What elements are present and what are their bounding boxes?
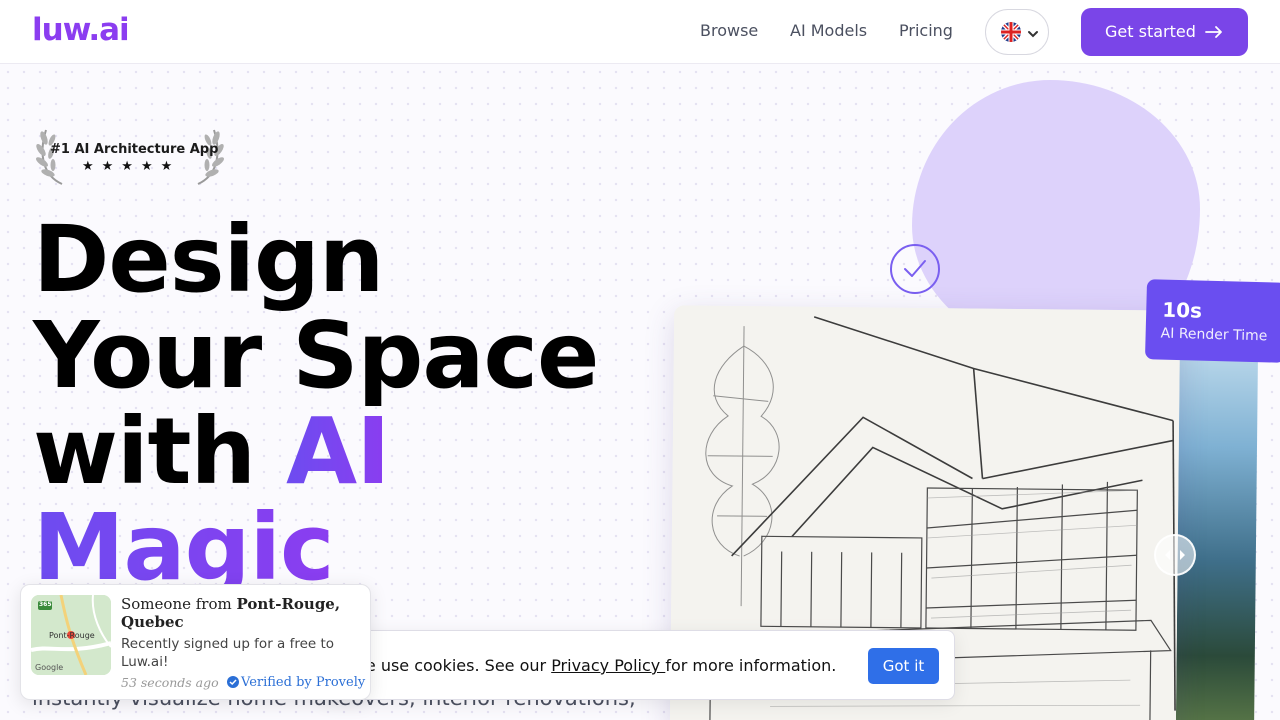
privacy-policy-link[interactable]: Privacy Policy xyxy=(551,656,665,675)
award-badge: #1 AI Architecture App ★★★★★ xyxy=(36,126,224,188)
toast-message: Recently signed up for a free to Luw.ai! xyxy=(121,636,335,670)
hero-line-1: Design xyxy=(33,206,384,313)
get-started-button[interactable]: Get started xyxy=(1081,8,1248,56)
render-time-label: AI Render Time xyxy=(1160,325,1268,345)
nav-browse[interactable]: Browse xyxy=(700,21,758,40)
nav-ai-models[interactable]: AI Models xyxy=(790,21,867,40)
award-title: #1 AI Architecture App xyxy=(50,142,219,157)
verified-check-icon xyxy=(227,676,239,688)
cookie-text-before: We use cookies. See our xyxy=(351,656,552,675)
map-brand-label: Google xyxy=(35,663,64,672)
star-rating: ★★★★★ xyxy=(82,159,181,174)
hero-line-3: with AI xyxy=(33,404,598,500)
get-started-label: Get started xyxy=(1105,22,1196,41)
verified-label: Verified by Provely xyxy=(241,675,366,690)
compare-slider-handle[interactable] xyxy=(1154,534,1196,576)
got-it-button[interactable]: Got it xyxy=(868,648,939,684)
hero-line-2: Your Space xyxy=(33,302,599,409)
slider-arrows-icon xyxy=(1165,550,1185,560)
cookie-banner: We use cookies. See our Privacy Policy f… xyxy=(320,630,955,700)
hero-heading: Design Your Space with AI Magic xyxy=(33,206,599,601)
laurel-right-icon xyxy=(197,129,224,185)
toast-title: Someone from Pont-Rouge, Quebec xyxy=(121,595,361,631)
language-selector[interactable] xyxy=(985,9,1049,55)
map-road-label: 365 xyxy=(39,601,52,608)
nav-pricing[interactable]: Pricing xyxy=(899,21,953,40)
laurel-left-icon xyxy=(36,129,63,185)
check-icon xyxy=(890,244,940,294)
cookie-text-after: for more information. xyxy=(665,656,837,675)
render-time-value: 10s xyxy=(1161,297,1203,323)
chevron-down-icon xyxy=(1027,25,1039,44)
verified-badge[interactable]: Verified by Provely xyxy=(227,675,365,690)
render-time-card: 10s AI Render Time xyxy=(1144,279,1280,363)
hero-line-3-plain: with xyxy=(33,398,287,505)
hero-accent-magic: Magic xyxy=(33,494,335,601)
map-town-label: Pont-Rouge xyxy=(49,631,95,640)
signup-notification[interactable]: 365 Pont-Rouge Google Someone from Pont-… xyxy=(20,584,371,700)
cookie-text: We use cookies. See our Privacy Policy f… xyxy=(351,656,836,675)
toast-time: 53 seconds ago xyxy=(121,675,219,690)
toast-prefix: Someone from xyxy=(121,595,237,613)
location-map: 365 Pont-Rouge Google xyxy=(31,595,111,675)
hero-accent-ai: AI xyxy=(286,398,390,505)
uk-flag-icon xyxy=(1001,22,1021,42)
logo[interactable]: luw.ai xyxy=(32,12,130,48)
site-header: luw.ai Browse AI Models Pricing Get star… xyxy=(0,0,1280,64)
arrow-right-icon xyxy=(1205,24,1223,44)
